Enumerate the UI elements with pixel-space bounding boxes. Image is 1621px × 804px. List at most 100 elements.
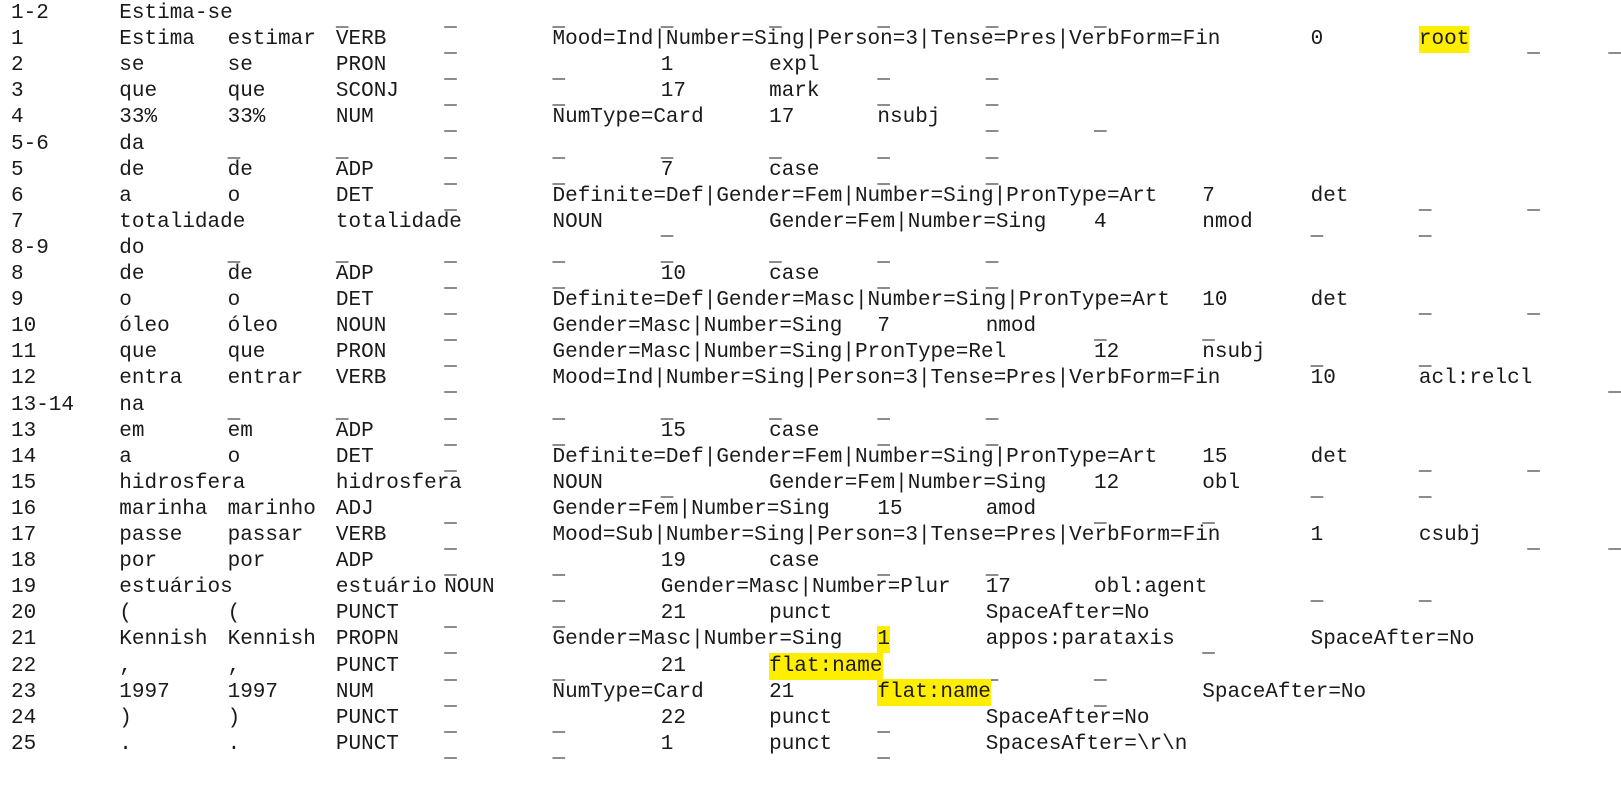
token-field-7: expl	[769, 54, 820, 78]
token-field-0: 7	[11, 210, 24, 234]
token-field-1: entra	[119, 367, 183, 391]
token-field-7: punct	[769, 602, 833, 626]
token-field-0: 14	[11, 445, 37, 469]
token-field-2: marinho	[227, 497, 316, 521]
token-field-0: 17	[11, 524, 37, 547]
token-row: 5 de de ADP _ _ 7 case _ _	[0, 157, 1621, 189]
token-field-1: a	[119, 445, 132, 469]
token-row: 21 Kennish Kennish PROPN _ Gender=Masc|Number…	[0, 626, 1621, 658]
token-field-0: 8-9	[11, 236, 49, 260]
token-field-4: _	[444, 739, 457, 763]
token-field-2: de	[227, 158, 253, 182]
token-field-5: Gender=Fem|Number=Sing	[552, 497, 830, 521]
token-field-1: 1997	[119, 680, 170, 704]
token-field-0: 4	[11, 106, 24, 130]
token-field-2: em	[227, 419, 253, 443]
token-row: 17 passe passar VERB _ Mood=Sub|Number=Sing|P…	[0, 522, 1621, 554]
token-field-2: .	[227, 732, 241, 756]
token-field-3: NOUN	[335, 315, 387, 339]
token-field-0: 5	[11, 158, 24, 182]
token-field-3: NOUN	[552, 210, 603, 234]
token-row: 15 hidrosfera hidrosfera NOUN _ Gender=Fem|Nu…	[0, 470, 1621, 502]
token-field-7: obl:agent	[1094, 576, 1208, 600]
token-field-1: passe	[119, 524, 183, 547]
token-field-7: det	[1310, 445, 1349, 469]
token-row: 13-14 na _ _ _ _ _ _ _ _	[0, 392, 1621, 424]
token-row: 8-9 do _ _ _ _ _ _ _ _	[0, 235, 1621, 267]
token-row: 9 o o DET _ Definite=Def|Gender=Masc|Number=S…	[0, 287, 1621, 319]
token-field-7: mark	[769, 80, 820, 104]
token-field-9: SpaceAfter=No	[985, 706, 1150, 730]
token-field-3: PRON	[335, 341, 387, 365]
token-field-5: Gender=Masc|Number=Sing	[552, 628, 843, 652]
token-field-6: 21	[660, 654, 687, 678]
token-field-9: SpacesAfter=\r\n	[985, 732, 1188, 756]
token-row: 2 se se PRON _ _ 1 expl _ _	[0, 52, 1621, 84]
token-field-2: 1997	[227, 680, 279, 704]
token-field-7: det	[1310, 289, 1349, 313]
token-row: 24)) PUNCT _ _ 22 punct _ SpaceAfter=No	[0, 705, 1621, 737]
token-field-1: do	[119, 236, 145, 260]
token-row: 11 que que PRON _ Gender=Masc|Number=Sing|Pro…	[0, 339, 1621, 371]
token-field-6: 7	[1202, 184, 1215, 208]
token-row: 23 1997 1997 NUM _ NumType=Card 21 flat:name _ Sp…	[0, 678, 1621, 711]
token-row: 25.. PUNCT _ _ 1 punct _ SpacesAfter=\r\n	[0, 731, 1621, 763]
token-row: 12 entra entrar VERB _ Mood=Ind|Number=Sing|P…	[0, 365, 1621, 397]
token-field-1: 33%	[119, 106, 158, 130]
token-field-7: case	[769, 158, 820, 182]
token-field-6: 21	[769, 680, 795, 704]
token-field-7: root	[1418, 26, 1470, 54]
token-field-0: 15	[11, 471, 37, 495]
token-field-0: 20	[11, 602, 37, 626]
token-field-1: totalidade	[119, 210, 246, 234]
token-field-5: Mood=Ind|Number=Sing|Person=3|Tense=Pres…	[552, 28, 1221, 52]
token-field-3: PUNCT	[335, 602, 399, 626]
token-field-3: ADP	[335, 263, 374, 286]
token-field-1: marinha	[119, 497, 208, 521]
token-field-6: 19	[660, 550, 687, 574]
token-field-1: Kennish	[119, 628, 208, 652]
token-row: 3 que que SCONJ _ _ 17 mark _ _	[0, 78, 1621, 110]
token-row: 8 de de ADP _ _ 10 case _ _	[0, 261, 1621, 293]
token-field-5: Mood=Sub|Number=Sing|Person=3|Tense=Pres…	[552, 524, 1221, 547]
token-row: 14 a o DET _ Definite=Def|Gender=Fem|Number=S…	[0, 444, 1621, 476]
token-field-7: nsubj	[1202, 341, 1266, 365]
token-field-1: .	[119, 732, 132, 756]
token-row: 1 Estima estimar VERB _ Mood=Ind|Number=Sing|…	[0, 26, 1621, 58]
token-row: 5-6 da _ _ _ _ _ _ _ _	[0, 131, 1621, 163]
token-row: 16 marinha marinho ADJ _ Gender=Fem|Number=Si…	[0, 496, 1621, 528]
token-row: 6 a o DET _ Definite=Def|Gender=Fem|Number=Si…	[0, 183, 1621, 215]
token-field-5: _	[552, 739, 566, 763]
token-field-6: 17	[660, 80, 687, 104]
token-field-6: 17	[769, 106, 795, 130]
token-row: 1-2 Estima-se _ _ _ _ _ _ _ _	[0, 0, 1621, 32]
token-row: 13 em em ADP _ _ 15 case _ _	[0, 418, 1621, 450]
token-field-6: 1	[660, 732, 674, 756]
token-field-0: 16	[11, 497, 37, 521]
token-field-6: 7	[660, 158, 674, 182]
token-field-3: PRON	[335, 54, 387, 78]
token-field-6: 1	[1310, 524, 1324, 547]
token-field-6: 4	[1094, 210, 1107, 234]
token-field-0: 18	[11, 550, 37, 574]
token-field-2: que	[227, 80, 266, 104]
token-field-6: 12	[1094, 341, 1120, 365]
token-field-6: 15	[660, 419, 687, 443]
token-field-1: a	[119, 184, 132, 208]
token-field-7: flat:name	[877, 678, 991, 706]
token-field-2: o	[227, 289, 241, 313]
token-field-3: PUNCT	[335, 706, 399, 730]
token-field-3: ADP	[335, 158, 374, 182]
token-field-3: PUNCT	[335, 654, 399, 678]
token-field-1: na	[119, 393, 145, 417]
token-field-2: por	[227, 550, 266, 574]
token-row: 22,, PUNCT _ _ 21 flat:name _ _	[0, 652, 1621, 685]
token-field-9: SpaceAfter=No	[985, 602, 1150, 626]
token-field-3: ADP	[335, 419, 374, 443]
token-field-3: DET	[335, 289, 374, 313]
token-field-2: óleo	[227, 315, 279, 339]
token-field-6: 21	[660, 602, 687, 626]
token-field-3: DET	[335, 184, 374, 208]
token-field-5: Mood=Ind|Number=Sing|Person=3|Tense=Pres…	[552, 367, 1221, 391]
token-field-2: 33%	[227, 106, 266, 130]
